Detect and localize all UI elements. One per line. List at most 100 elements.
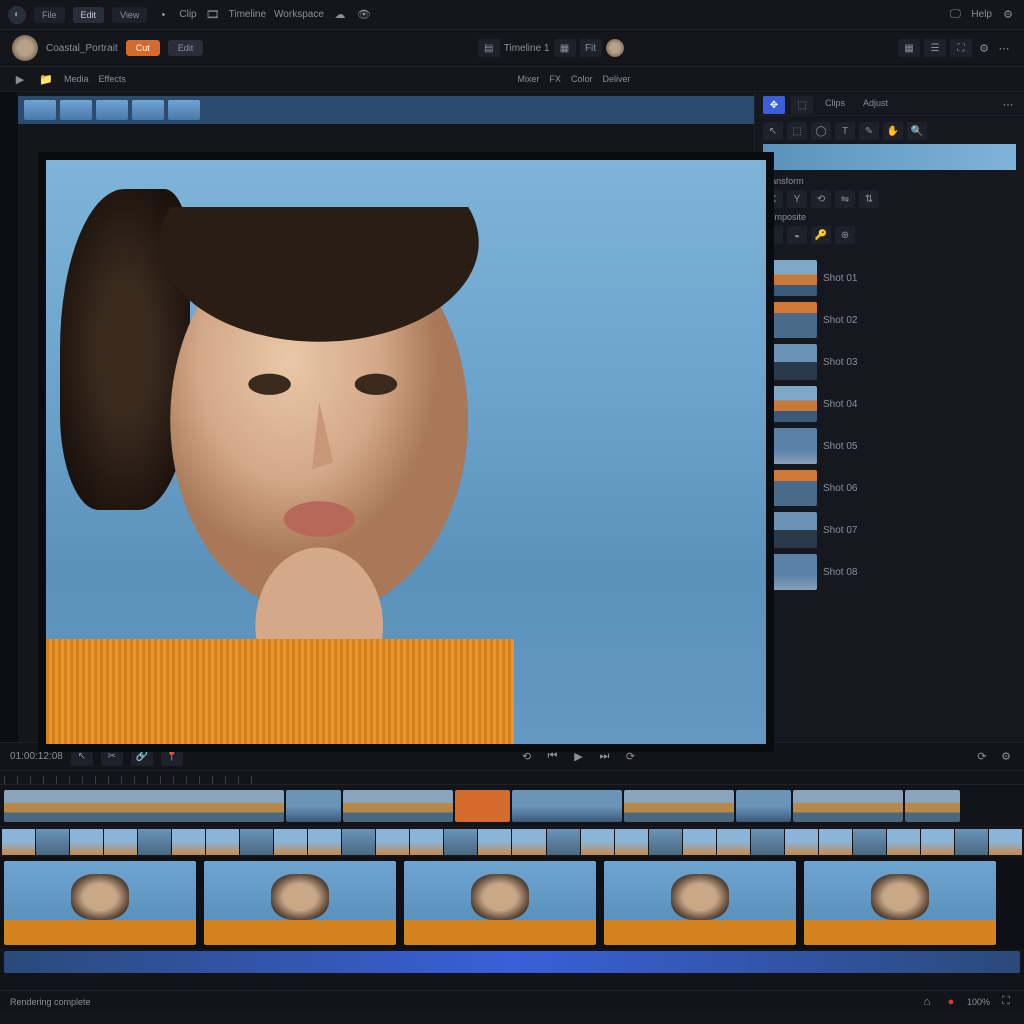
menu-clip[interactable]: Clip [179,9,196,20]
menu-workspace[interactable]: Workspace [274,9,324,20]
thumb-item[interactable]: Shot 01 [761,260,1018,296]
tab-color[interactable]: Color [571,74,593,84]
tab-mixer[interactable]: Mixer [517,74,539,84]
timeline-ruler[interactable] [0,771,1024,785]
scopes-preview [763,144,1016,170]
timeline-clip[interactable] [4,790,284,822]
video-track-1[interactable] [0,857,1024,949]
stabilize-icon[interactable]: ⊕ [835,226,855,244]
audio-track[interactable] [4,951,1020,973]
thumb-item[interactable]: Shot 07 [761,512,1018,548]
clip-browser-strip[interactable] [18,96,754,124]
timeline-clip[interactable] [624,790,734,822]
portrait-clip[interactable] [804,861,996,945]
portrait-clip[interactable] [204,861,396,945]
expand-button[interactable]: ⛶ [950,39,972,57]
browser-thumb[interactable] [60,100,92,120]
tab-deliver[interactable]: Deliver [602,74,630,84]
tool-pen[interactable]: ✎ [859,122,879,140]
thumb-item[interactable]: Shot 05 [761,428,1018,464]
inspector-tab-adjust[interactable]: Adjust [857,96,894,111]
tab-fx[interactable]: FX [549,74,561,84]
browser-thumb[interactable] [168,100,200,120]
thumb-item[interactable]: Shot 04 [761,386,1018,422]
list-view-button[interactable]: ☰ [924,39,946,57]
thumb-item[interactable]: Shot 08 [761,554,1018,590]
monitor-icon[interactable]: 🖵 [947,7,963,23]
home-icon[interactable]: ⌂ [919,994,935,1010]
tab-effects[interactable]: Effects [99,74,126,84]
filmstrip-track[interactable] [0,827,1024,857]
center-controls: ▤ Timeline 1 ▦ Fit [478,39,624,57]
mode-edit-button[interactable]: Edit [168,40,204,56]
user-avatar[interactable] [12,35,38,61]
viewer-mode-b-button[interactable]: ▦ [554,39,576,57]
tl-settings-icon[interactable]: ⚙ [998,749,1014,765]
tool-select[interactable]: ↖ [763,122,783,140]
tool-zoom[interactable]: 🔍 [907,122,927,140]
timeline-clip[interactable] [455,790,510,822]
eye-icon: 👁 [356,7,372,23]
thumb-item[interactable]: Shot 03 [761,344,1018,380]
filmstrip-frame [989,829,1022,855]
viewer-mode-a-button[interactable]: ▤ [478,39,500,57]
inspector-more-icon[interactable]: ⋯ [1000,96,1016,112]
inspector-panel: ✥ ⬚ Clips Adjust ⋯ ↖ ⬚ ◯ T ✎ ✋ 🔍 Transfo… [754,92,1024,742]
workspace-tabs: ▶ 📁 Media Effects Mixer FX Color Deliver [0,66,1024,92]
tool-hand[interactable]: ✋ [883,122,903,140]
timeline-clip[interactable] [343,790,453,822]
film-icon: 🎞 [205,7,221,23]
menu-timeline[interactable]: Timeline [229,9,266,20]
filmstrip-frame [751,829,784,855]
inspector-tab-clips[interactable]: Clips [819,96,851,111]
divider-icon: • [155,7,171,23]
browser-thumb[interactable] [96,100,128,120]
viewer-fit-button[interactable]: Fit [580,39,602,57]
flip-h-icon[interactable]: ⇋ [835,190,855,208]
tool-mask[interactable]: ◯ [811,122,831,140]
gear-icon[interactable]: ⚙ [976,40,992,56]
timeline-tracks[interactable] [0,771,1024,990]
grid-view-button[interactable]: ▦ [898,39,920,57]
video-track-2[interactable] [0,785,1024,827]
flip-v-icon[interactable]: ⇅ [859,190,879,208]
mode-cut-button[interactable]: Cut [126,40,160,56]
thumb-item[interactable]: Shot 02 [761,302,1018,338]
more-icon[interactable]: ⋯ [996,40,1012,56]
section-composite-label: Composite [763,212,1016,222]
settings-icon[interactable]: ⚙ [1000,7,1016,23]
portrait-clip[interactable] [4,861,196,945]
key-icon[interactable]: 🔑 [811,226,831,244]
browser-thumb[interactable] [24,100,56,120]
opacity-icon[interactable]: ◒ [787,226,807,244]
thumb-label: Shot 04 [823,399,857,410]
inspector-tool-a[interactable]: ✥ [763,96,785,114]
portrait-clip[interactable] [404,861,596,945]
inspector-tool-b[interactable]: ⬚ [791,96,813,114]
menu-view[interactable]: View [112,7,147,23]
record-icon[interactable]: ● [943,994,959,1010]
fullscreen-icon[interactable]: ⛶ [998,994,1014,1010]
filmstrip-frame [512,829,545,855]
menu-file[interactable]: File [34,7,65,23]
pos-y-icon[interactable]: Y [787,190,807,208]
tab-media[interactable]: Media [64,74,89,84]
timeline-clip[interactable] [905,790,960,822]
tool-text[interactable]: T [835,122,855,140]
loop-icon[interactable]: ⟳ [974,749,990,765]
menu-edit[interactable]: Edit [73,7,105,23]
browser-thumb[interactable] [132,100,164,120]
filmstrip-frame [853,829,886,855]
play-icon[interactable]: ▶ [12,71,28,87]
rotate-icon[interactable]: ⟲ [811,190,831,208]
program-viewer[interactable] [38,152,774,752]
tool-crop[interactable]: ⬚ [787,122,807,140]
timeline-clip[interactable] [736,790,791,822]
timeline-clip[interactable] [512,790,622,822]
timeline-clip[interactable] [286,790,341,822]
menu-help[interactable]: Help [971,9,992,20]
thumb-item[interactable]: Shot 06 [761,470,1018,506]
portrait-clip[interactable] [604,861,796,945]
timeline-clip[interactable] [793,790,903,822]
media-pool-icon[interactable]: 📁 [38,71,54,87]
